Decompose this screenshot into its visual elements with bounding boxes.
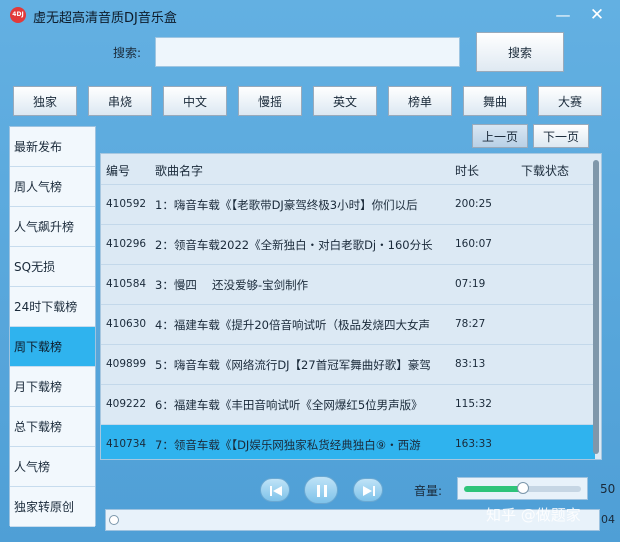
sidebar-item-24h-downloads[interactable]: 24时下载榜	[10, 287, 95, 327]
sidebar-item-weekly-downloads[interactable]: 周下载榜	[10, 327, 95, 367]
search-input[interactable]	[155, 37, 460, 67]
row-song-name: 5：嗨音车载《网络流行DJ【27首冠军舞曲好歌】豪驾	[155, 358, 431, 372]
sidebar-item-latest[interactable]: 最新发布	[10, 127, 95, 167]
table-row[interactable]: 410630 4：福建车载《提升20倍音响试听（极品发烧四大女声 78:27	[101, 304, 595, 344]
category-button-exclusive[interactable]: 独家	[13, 86, 77, 116]
column-header-name: 歌曲名字	[155, 164, 204, 178]
row-song-name: 2：领音车载2022《全新独白・对白老歌Dj・160分长	[155, 238, 433, 252]
row-id: 409222	[106, 398, 147, 410]
category-bar: 独家 串烧 中文 慢摇 英文 榜单 舞曲 大赛	[13, 86, 608, 116]
sidebar: 最新发布 周人气榜 人气飙升榜 SQ无损 24时下载榜 周下载榜 月下载榜 总下…	[9, 126, 96, 527]
column-header-duration: 时长	[455, 164, 480, 178]
volume-value: 50	[600, 482, 616, 496]
table-row[interactable]: 410584 3：慢四 还没爱够-宝剑制作 07:19	[101, 264, 595, 304]
search-label: 搜索:	[113, 46, 142, 60]
table-row[interactable]: 410592 1：嗨音车载《【老歌带DJ豪驾终极3小时】你们以后 200:25	[101, 184, 595, 224]
category-button-chinese[interactable]: 中文	[163, 86, 227, 116]
row-id: 409899	[106, 358, 147, 370]
next-track-button[interactable]	[353, 478, 383, 502]
volume-fill	[464, 486, 523, 492]
sidebar-item-popular[interactable]: 人气榜	[10, 447, 95, 487]
app-window: 4DJ 虚无超高清音质DJ音乐盒 — ✕ 搜索: 搜索 独家 串烧 中文 慢摇 …	[0, 0, 620, 542]
time-readout: 04	[601, 513, 615, 526]
sidebar-item-sq-lossless[interactable]: SQ无损	[10, 247, 95, 287]
table-row-selected[interactable]: 410734 7：领音车载《【DJ娱乐网独家私货经典独白⑨・西游 163:33	[101, 424, 595, 459]
pause-button[interactable]	[304, 476, 338, 504]
column-header-status: 下载状态	[521, 164, 570, 178]
row-id: 410630	[106, 318, 147, 330]
row-duration: 07:19	[455, 278, 486, 290]
pause-icon	[317, 485, 327, 497]
progress-thumb[interactable]	[109, 515, 119, 525]
prev-page-button[interactable]: 上一页	[472, 124, 528, 148]
row-duration: 160:07	[455, 238, 492, 250]
sidebar-item-rising[interactable]: 人气飙升榜	[10, 207, 95, 247]
column-header-id: 编号	[106, 164, 131, 178]
row-song-name: 6：福建车载《丰田音响试听《全网爆红5位男声版》	[155, 398, 423, 412]
row-song-name: 1：嗨音车载《【老歌带DJ豪驾终极3小时】你们以后	[155, 198, 418, 212]
sidebar-item-exclusive-original[interactable]: 独家转原创	[10, 487, 95, 527]
skip-forward-icon	[363, 486, 375, 496]
title-bar[interactable]: 4DJ 虚无超高清音质DJ音乐盒 — ✕	[0, 0, 620, 30]
song-table: 编号 歌曲名字 时长 下载状态 410592 1：嗨音车载《【老歌带DJ豪驾终极…	[100, 153, 602, 460]
row-duration: 78:27	[455, 318, 486, 330]
volume-label: 音量:	[414, 484, 443, 498]
row-duration: 200:25	[455, 198, 492, 210]
row-id: 410734	[106, 438, 147, 450]
row-duration: 83:13	[455, 358, 486, 370]
category-button-slow-rock[interactable]: 慢摇	[238, 86, 302, 116]
app-logo-icon: 4DJ	[10, 7, 26, 23]
app-title: 虚无超高清音质DJ音乐盒	[33, 11, 177, 26]
row-id: 410584	[106, 278, 147, 290]
sidebar-item-weekly-popular[interactable]: 周人气榜	[10, 167, 95, 207]
table-row[interactable]: 409899 5：嗨音车载《网络流行DJ【27首冠军舞曲好歌】豪驾 83:13	[101, 344, 595, 384]
row-id: 410296	[106, 238, 147, 250]
category-button-english[interactable]: 英文	[313, 86, 377, 116]
next-page-button[interactable]: 下一页	[533, 124, 589, 148]
table-row[interactable]: 409222 6：福建车载《丰田音响试听《全网爆红5位男声版》 115:32	[101, 384, 595, 424]
category-button-dance[interactable]: 舞曲	[463, 86, 527, 116]
volume-thumb[interactable]	[516, 482, 529, 494]
row-id: 410592	[106, 198, 147, 210]
table-row[interactable]: 410296 2：领音车载2022《全新独白・对白老歌Dj・160分长 160:…	[101, 224, 595, 264]
watermark-text: 知乎 @做题家	[486, 506, 581, 524]
row-duration: 163:33	[455, 438, 492, 450]
row-song-name: 4：福建车载《提升20倍音响试听（极品发烧四大女声	[155, 318, 430, 332]
skip-back-icon	[270, 486, 282, 496]
close-icon[interactable]: ✕	[584, 5, 610, 25]
minimize-icon[interactable]: —	[550, 5, 576, 25]
category-button-medley[interactable]: 串烧	[88, 86, 152, 116]
row-song-name: 3：慢四 还没爱够-宝剑制作	[155, 278, 309, 292]
category-button-charts[interactable]: 榜单	[388, 86, 452, 116]
volume-slider[interactable]	[457, 477, 588, 500]
row-song-name: 7：领音车载《【DJ娱乐网独家私货经典独白⑨・西游	[155, 438, 421, 452]
sidebar-item-total-downloads[interactable]: 总下载榜	[10, 407, 95, 447]
search-button[interactable]: 搜索	[476, 32, 564, 72]
row-duration: 115:32	[455, 398, 492, 410]
previous-track-button[interactable]	[260, 478, 290, 502]
volume-track-rest	[522, 486, 581, 492]
table-scrollbar[interactable]	[593, 160, 599, 454]
sidebar-item-monthly-downloads[interactable]: 月下载榜	[10, 367, 95, 407]
category-button-contest[interactable]: 大赛	[538, 86, 602, 116]
